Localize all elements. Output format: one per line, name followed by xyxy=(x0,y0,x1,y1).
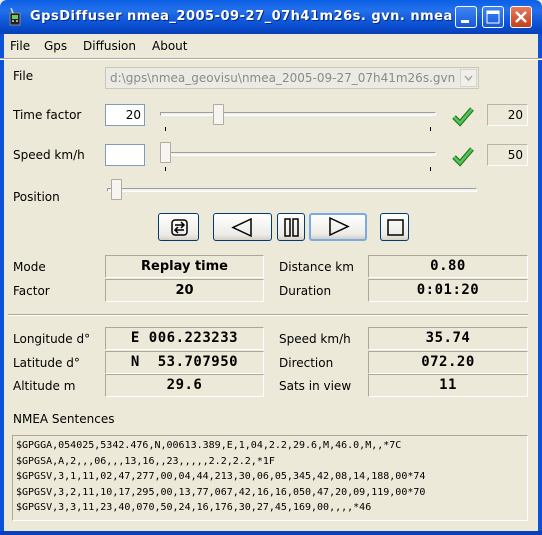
distance-label: Distance km xyxy=(279,260,354,274)
sats-value: 11 xyxy=(368,374,528,397)
speed-input[interactable] xyxy=(105,144,145,166)
close-button[interactable] xyxy=(510,6,532,28)
distance-value: 0.80 xyxy=(368,255,528,278)
file-label: File xyxy=(13,69,34,83)
stop-icon xyxy=(387,219,404,236)
time-factor-readout: 20 xyxy=(487,104,528,126)
maximize-icon xyxy=(486,10,500,24)
altitude-label: Altitude m xyxy=(13,379,76,393)
chevron-down-icon xyxy=(464,75,473,82)
menu-gps[interactable]: Gps xyxy=(44,39,67,53)
menu-about[interactable]: About xyxy=(152,39,187,53)
play-forward-icon xyxy=(329,216,350,237)
time-factor-label: Time factor xyxy=(13,108,82,122)
time-factor-slider-track[interactable] xyxy=(160,112,436,116)
window-border-right xyxy=(538,34,542,535)
time-factor-input-value: 20 xyxy=(125,108,141,122)
duration-value: 0:01:20 xyxy=(368,279,528,302)
nmea-line: $GPGSV,3,2,11,10,17,295,00,13,77,067,42,… xyxy=(16,486,426,498)
play-backward-icon xyxy=(231,217,252,238)
maximize-button[interactable] xyxy=(482,6,504,28)
time-factor-input[interactable]: 20 xyxy=(105,104,145,126)
nmea-label: NMEA Sentences xyxy=(13,412,115,426)
gps-speed-label: Speed km/h xyxy=(279,332,351,346)
window-border-left xyxy=(0,34,4,535)
pause-icon xyxy=(284,218,299,237)
speed-apply-button[interactable] xyxy=(450,143,476,169)
checkmark-icon xyxy=(452,147,474,167)
stop-button[interactable] xyxy=(380,213,409,241)
direction-label: Direction xyxy=(279,356,334,370)
speed-readout-value: 50 xyxy=(507,148,523,162)
play-backward-button[interactable] xyxy=(213,213,272,241)
mode-value: Replay time xyxy=(105,255,264,278)
gps-speed-value: 35.74 xyxy=(368,327,528,350)
duration-label: Duration xyxy=(279,284,332,298)
speed-label: Speed km/h xyxy=(13,148,85,162)
close-icon xyxy=(515,11,527,23)
nmea-line: $GPGSA,A,2,,,06,,,13,16,,23,,,,,2.2,2.2,… xyxy=(16,455,275,467)
gps-app-icon xyxy=(9,8,21,26)
longitude-value: E 006.223233 xyxy=(105,327,264,350)
loop-button[interactable] xyxy=(158,213,199,241)
speed-slider-thumb[interactable] xyxy=(160,142,171,163)
speed-readout: 50 xyxy=(487,144,528,166)
mode-label: Mode xyxy=(13,260,46,274)
nmea-line: $GPGSV,3,1,11,02,47,277,00,04,44,213,30,… xyxy=(16,471,426,483)
slider-tick xyxy=(165,167,166,171)
slider-tick xyxy=(430,167,431,171)
factor-label: Factor xyxy=(13,284,50,298)
position-label: Position xyxy=(13,190,60,204)
play-forward-button[interactable] xyxy=(309,213,367,241)
window-title: GpsDiffuser nmea_2005-09-27_07h41m26s. g… xyxy=(30,9,453,24)
time-factor-readout-value: 20 xyxy=(507,108,523,122)
nmea-line: $GPGSV,3,3,11,23,40,070,50,24,16,176,30,… xyxy=(16,502,372,514)
factor-value: 20 xyxy=(105,279,264,302)
nmea-sentences-box[interactable]: $GPGGA,054025,5342.476,N,00613.389,E,1,0… xyxy=(12,435,528,521)
pause-button[interactable] xyxy=(277,213,305,241)
menu-separator xyxy=(0,58,542,60)
altitude-value: 29.6 xyxy=(105,374,264,397)
position-slider-track[interactable] xyxy=(107,188,477,192)
menu-bar: File Gps Diffusion About xyxy=(4,36,538,56)
sats-label: Sats in view xyxy=(279,379,352,393)
speed-slider-track[interactable] xyxy=(160,152,436,156)
file-dropdown-button[interactable] xyxy=(460,69,477,87)
latitude-value: N 53.707950 xyxy=(105,351,264,374)
slider-tick xyxy=(165,127,166,131)
menu-diffusion[interactable]: Diffusion xyxy=(83,39,136,53)
file-path-text: d:\gps\nmea_geovisu\nmea_2005-09-27_07h4… xyxy=(110,71,455,85)
loop-icon xyxy=(171,219,188,236)
position-slider-thumb[interactable] xyxy=(111,179,122,200)
checkmark-icon xyxy=(452,107,474,127)
time-factor-slider-thumb[interactable] xyxy=(213,104,224,125)
direction-value: 072.20 xyxy=(368,351,528,374)
slider-tick xyxy=(430,127,431,131)
section-separator xyxy=(8,314,528,316)
minimize-icon xyxy=(461,20,469,23)
menu-file[interactable]: File xyxy=(10,39,30,53)
minimize-button[interactable] xyxy=(455,6,477,28)
latitude-label: Latitude d° xyxy=(13,356,80,370)
window-border-bottom xyxy=(0,531,542,535)
title-bar[interactable]: GpsDiffuser nmea_2005-09-27_07h41m26s. g… xyxy=(0,0,542,34)
file-combo[interactable]: d:\gps\nmea_geovisu\nmea_2005-09-27_07h4… xyxy=(105,67,479,89)
time-factor-apply-button[interactable] xyxy=(450,103,476,129)
longitude-label: Longitude d° xyxy=(13,332,91,346)
nmea-line: $GPGGA,054025,5342.476,N,00613.389,E,1,0… xyxy=(16,440,402,451)
